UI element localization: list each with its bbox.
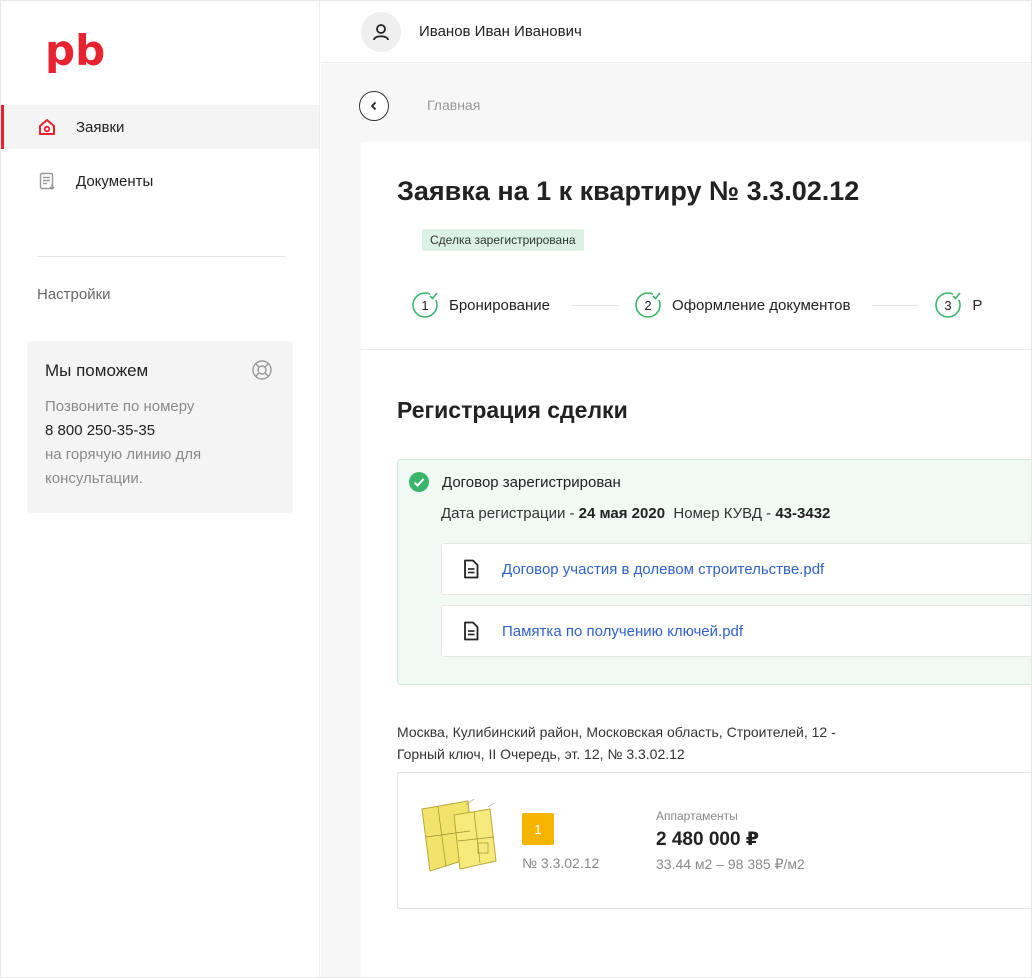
registration-box: Договор зарегистрирован Дата регистрации… (397, 459, 1031, 685)
kuvd-label: Номер КУВД - (673, 505, 776, 522)
floor-badge: 1 (522, 813, 554, 845)
step-label: Р (972, 296, 983, 314)
progress-steps: 1 Бронирование 2 Оформление документов 3… (411, 288, 1031, 322)
help-text-line: Позвоните по номеру (45, 398, 195, 415)
step-documents: 2 Оформление документов (634, 291, 850, 319)
document-item[interactable]: Памятка по получению ключей.pdf (441, 605, 1031, 657)
sidebar-item-label: Заявки (76, 118, 125, 136)
request-card: Заявка на 1 к квартиру № 3.3.02.12 Сделк… (361, 142, 1031, 977)
svg-text:1: 1 (421, 298, 428, 313)
step-check-icon: 1 (412, 291, 439, 318)
registration-date: 24 мая 2020 (578, 505, 666, 522)
apartment-area-price: 33.44 м2 – 98 385 ₽/м2 (656, 856, 805, 872)
document-item[interactable]: Договор участия в долевом строительстве.… (441, 543, 1031, 595)
request-header: Заявка на 1 к квартиру № 3.3.02.12 Сделк… (361, 142, 1031, 350)
address-line: Горный ключ, II Очередь, эт. 12, № 3.3.0… (397, 746, 685, 762)
step-check-icon: 3 (935, 291, 963, 318)
kuvd-number: 43-3432 (775, 505, 831, 522)
settings-link[interactable]: Настройки (37, 286, 111, 303)
svg-text:2: 2 (644, 298, 651, 313)
back-button[interactable] (359, 91, 389, 121)
registration-date-label: Дата регистрации - (441, 505, 579, 522)
sidebar: pb Заявки Документы Настройки Мы поможем (1, 1, 320, 977)
top-bar: Иванов Иван Иванович (321, 1, 1031, 63)
svg-text:pb: pb (45, 29, 105, 73)
section-title: Регистрация сделки (397, 397, 628, 423)
step-registration: 3 Р (934, 291, 982, 319)
user-icon (373, 23, 389, 40)
help-title: Мы поможем (45, 361, 149, 380)
registration-meta: Дата регистрации - 24 мая 2020 Номер КУВ… (441, 505, 830, 522)
sidebar-item-requests[interactable]: Заявки (1, 105, 319, 149)
step-label: Бронирование (449, 296, 551, 314)
apartment-price: 2 480 000 ₽ (656, 829, 760, 850)
step-connector (572, 304, 619, 306)
address-line: Москва, Кулибинский район, Московская об… (397, 724, 836, 740)
file-icon (464, 621, 479, 641)
registration-status: Договор зарегистрирован (442, 474, 621, 491)
logo[interactable]: pb (45, 29, 115, 73)
document-link[interactable]: Памятка по получению ключей.pdf (502, 623, 743, 640)
help-phone[interactable]: 8 800 250-35-35 (45, 419, 275, 443)
help-text-line: консультации. (45, 470, 143, 487)
sidebar-divider (37, 256, 285, 257)
sidebar-item-documents[interactable]: Документы (1, 159, 319, 203)
help-card: Мы поможем Позвоните по номеру 8 800 250… (27, 341, 293, 513)
floor-plan-image (421, 798, 497, 872)
apartment-type: Аппартаменты (656, 809, 738, 823)
step-check-icon: 2 (635, 291, 663, 318)
lifebuoy-icon[interactable] (251, 359, 273, 381)
step-connector (872, 304, 919, 306)
document-list-icon (36, 170, 58, 192)
home-icon (36, 116, 58, 138)
app-window: pb Заявки Документы Настройки Мы поможем (0, 0, 1032, 978)
page-title: Заявка на 1 к квартиру № 3.3.02.12 (397, 176, 860, 206)
user-avatar[interactable] (361, 11, 401, 52)
document-link[interactable]: Договор участия в долевом строительстве.… (502, 561, 824, 578)
breadcrumb[interactable]: Главная (427, 97, 480, 113)
apartment-address: Москва, Кулибинский район, Московская об… (397, 721, 917, 765)
check-circle-icon (409, 472, 429, 492)
sidebar-item-label: Документы (76, 172, 154, 190)
help-text-line: на горячую линию для (45, 446, 202, 463)
apartment-number: № 3.3.02.12 (522, 855, 600, 871)
status-badge: Сделка зарегистрирована (422, 229, 584, 251)
step-label: Оформление документов (672, 296, 851, 314)
main-content: Главная Заявка на 1 к квартиру № 3.3.02.… (321, 64, 1031, 977)
user-name[interactable]: Иванов Иван Иванович (419, 23, 582, 40)
chevron-left-icon (370, 101, 377, 111)
step-booking: 1 Бронирование (411, 291, 550, 319)
apartment-card[interactable]: 1 № 3.3.02.12 Аппартаменты 2 480 000 ₽ 3… (397, 772, 1031, 909)
file-icon (464, 559, 479, 579)
svg-text:3: 3 (945, 298, 952, 313)
